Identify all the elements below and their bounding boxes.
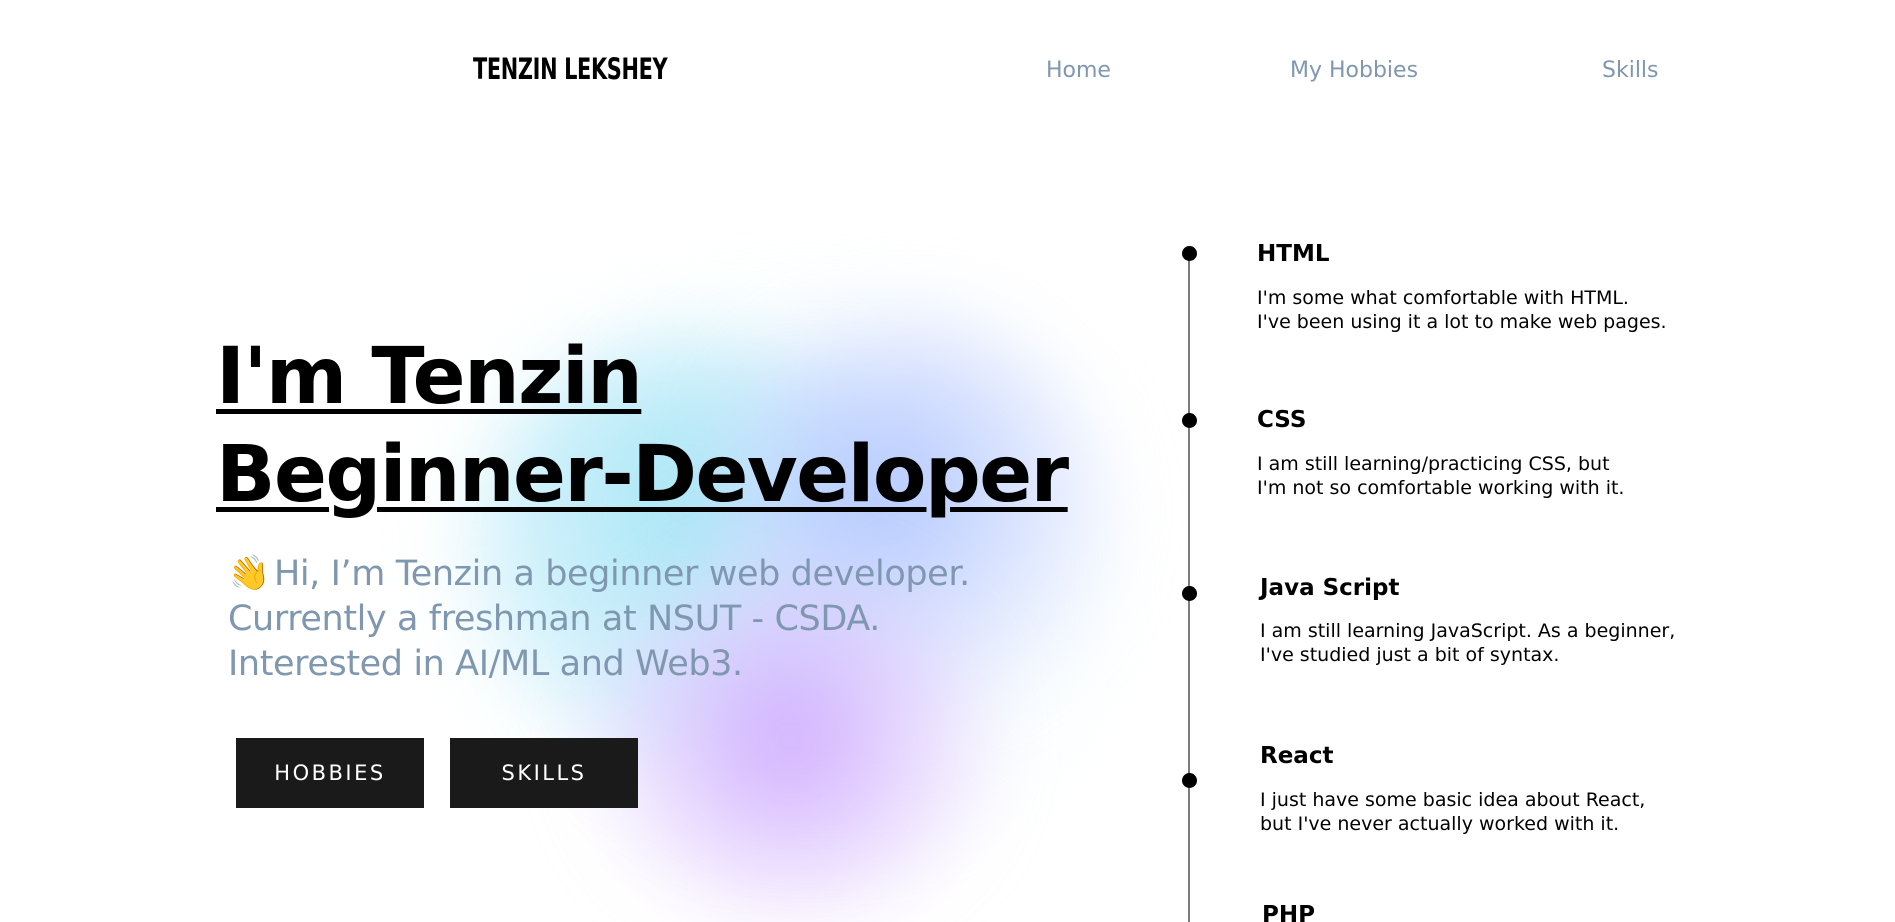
skill-desc-javascript-line-2: I've studied just a bit of syntax. — [1260, 644, 1560, 666]
hero-heading-line-1: I'm Tenzin — [216, 332, 643, 422]
skill-desc-html-line-2: I've been using it a lot to make web pag… — [1257, 311, 1667, 333]
hobbies-button[interactable]: HOBBIES — [236, 738, 424, 808]
intro-line-3: Interested in AI/ML and Web3. — [228, 644, 743, 684]
skill-title-php: PHP — [1262, 902, 1315, 922]
timeline-dot-css — [1182, 413, 1197, 428]
intro-line-2: Currently a freshman at NSUT - CSDA. — [228, 599, 880, 639]
nav-hobbies-link[interactable]: My Hobbies — [1290, 58, 1418, 83]
skill-desc-react-line-1: I just have some basic idea about React, — [1260, 789, 1646, 811]
timeline-dot-html — [1182, 246, 1197, 261]
timeline-dot-javascript — [1182, 586, 1197, 601]
skills-button[interactable]: SKILLS — [450, 738, 638, 808]
skill-desc-html-line-1: I'm some what comfortable with HTML. — [1257, 287, 1629, 309]
skill-title-css: CSS — [1257, 407, 1307, 433]
skill-title-javascript: Java Script — [1260, 575, 1400, 601]
hero-heading-line-2: Beginner-Developer — [216, 430, 1069, 520]
intro-line-1: 👋Hi, I’m Tenzin a beginner web developer… — [225, 551, 1128, 598]
skill-title-react: React — [1260, 743, 1334, 769]
nav-home-link[interactable]: Home — [1046, 58, 1111, 83]
nav-skills-link[interactable]: Skills — [1602, 58, 1659, 83]
site-logo: TENZIN LEKSHEY — [473, 52, 668, 86]
portfolio-page: TENZIN LEKSHEY Home My Hobbies Skills I'… — [0, 0, 1895, 922]
skill-desc-css-line-1: I am still learning/practicing CSS, but — [1257, 453, 1610, 475]
skill-desc-react-line-2: but I've never actually worked with it. — [1260, 813, 1620, 835]
timeline-dot-react — [1182, 773, 1197, 788]
intro-line-1-text: Hi, I’m Tenzin a beginner web developer. — [273, 554, 970, 594]
skill-desc-javascript-line-1: I am still learning JavaScript. As a beg… — [1260, 620, 1676, 642]
skill-title-html: HTML — [1257, 241, 1330, 267]
hero-intro: 👋Hi, I’m Tenzin a beginner web developer… — [225, 551, 1128, 687]
skill-desc-css-line-2: I'm not so comfortable working with it. — [1257, 477, 1625, 499]
waving-hand-icon: 👋 — [224, 550, 274, 598]
